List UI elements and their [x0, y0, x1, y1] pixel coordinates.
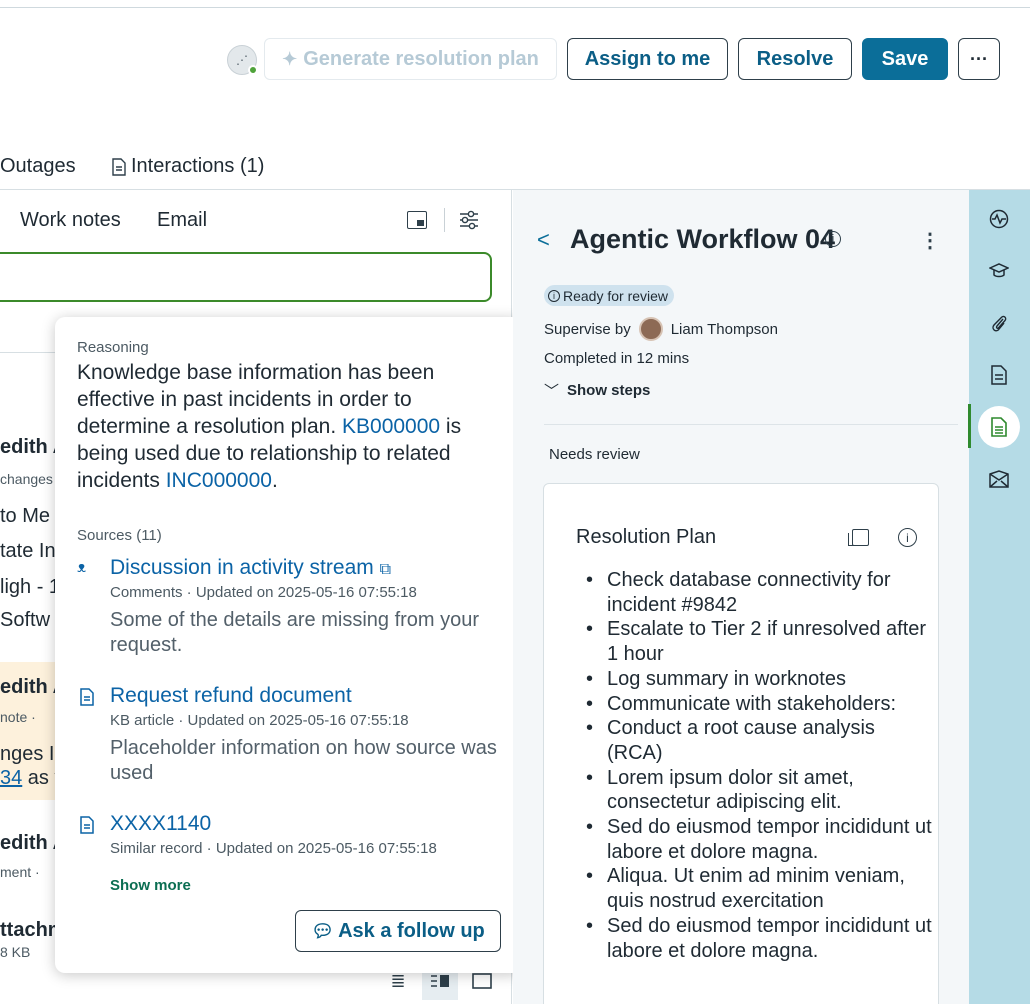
source-link[interactable]: Request refund document: [110, 684, 352, 708]
assign-to-me-button[interactable]: Assign to me: [567, 38, 728, 80]
tab-outages[interactable]: Outages: [0, 155, 76, 178]
graduation-cap-icon[interactable]: [988, 260, 1010, 282]
record-link[interactable]: 34: [0, 767, 22, 789]
plan-item: Conduct a root cause analysis (RCA): [584, 716, 934, 765]
document-icon[interactable]: [988, 364, 1010, 386]
resolve-button[interactable]: Resolve: [738, 38, 852, 80]
tab-email[interactable]: Email: [157, 209, 207, 232]
feed-field: to Me: [0, 505, 51, 527]
top-border: [0, 0, 1030, 8]
reasoning-popover: Reasoning Knowledge base information has…: [55, 317, 522, 973]
sparkle-icon: ✦: [282, 48, 298, 69]
section-divider: [544, 424, 958, 425]
feed-field: Softw: [0, 609, 51, 631]
info-icon[interactable]: i: [825, 231, 841, 247]
active-indicator: [968, 404, 971, 448]
toolbar-separator: [444, 208, 445, 232]
inbox-mail-icon[interactable]: [988, 468, 1010, 490]
plan-title: Resolution Plan: [576, 526, 717, 548]
source-meta: Similar record · Updated on 2025-05-16 0…: [110, 840, 437, 857]
source-link[interactable]: Discussion in activity stream ⧉: [110, 556, 391, 580]
chat-bubble-icon: 💬︎: [311, 920, 335, 941]
activity-pulse-icon[interactable]: [988, 208, 1010, 230]
save-button[interactable]: Save: [862, 38, 948, 80]
plan-item: Escalate to Tier 2 if unresolved after 1…: [584, 617, 934, 666]
kebab-menu-icon[interactable]: ⋮: [920, 228, 940, 253]
back-chevron-icon[interactable]: <: [537, 227, 550, 253]
ask-follow-up-button[interactable]: 💬︎ Ask a follow up: [295, 910, 501, 952]
plan-item: Check database connectivity for incident…: [584, 568, 934, 617]
feed-field: tate In: [0, 540, 56, 562]
sources-label: Sources (11): [77, 527, 162, 544]
feed-meta: changes: [0, 471, 53, 487]
source-meta: KB article · Updated on 2025-05-16 07:55…: [110, 712, 409, 729]
reasoning-text: Knowledge base information has been effe…: [77, 361, 462, 492]
plan-list: Check database connectivity for incident…: [584, 568, 934, 963]
plan-item: Aliqua. Ut enim ad minim veniam, quis no…: [584, 864, 934, 913]
generate-resolution-plan-button[interactable]: ✦ Generate resolution plan: [264, 38, 557, 80]
info-icon: i: [548, 289, 560, 302]
plan-item: Sed do eiusmod tempor incididunt ut labo…: [584, 914, 934, 963]
paperclip-icon[interactable]: [988, 312, 1010, 334]
source-item: ᴥ Discussion in activity stream ⧉ Commen…: [77, 556, 507, 656]
supervisor-line: Supervise by Liam Thompson: [544, 317, 778, 341]
reasoning-label: Reasoning: [77, 339, 149, 356]
plan-item: Communicate with stakeholders:: [584, 692, 934, 717]
ai-agent-avatar[interactable]: ⋰: [227, 45, 258, 75]
resolution-plan-card: Resolution Plan i Check database connect…: [543, 483, 939, 1004]
completed-time: Completed in 12 mins: [544, 350, 690, 367]
show-more-link[interactable]: Show more: [110, 877, 191, 894]
needs-review-label: Needs review: [549, 446, 640, 463]
incident-link[interactable]: INC000000: [166, 469, 272, 492]
document-icon: [80, 688, 94, 706]
feed-field: ligh - 1: [0, 576, 61, 598]
status-badge: i Ready for review: [544, 285, 675, 306]
feed-field: nges I: [0, 743, 55, 765]
source-item: XXXX1140 Similar record · Updated on 202…: [77, 812, 507, 862]
show-steps-toggle[interactable]: ﹀ Show steps: [544, 380, 650, 401]
plan-item: Sed do eiusmod tempor incididunt ut labo…: [584, 815, 934, 864]
work-note-input[interactable]: [0, 252, 492, 302]
external-link-icon: ⧉: [379, 561, 392, 578]
source-item: Request refund document KB article · Upd…: [77, 684, 507, 784]
attachment-size: 8 KB: [0, 944, 31, 960]
supervisor-name[interactable]: Liam Thompson: [671, 321, 778, 338]
info-icon[interactable]: i: [898, 528, 917, 547]
plan-item: Lorem ipsum dolor sit amet, consectetur …: [584, 766, 934, 815]
expand-panel-icon[interactable]: [407, 211, 427, 229]
copy-icon[interactable]: [848, 529, 869, 546]
people-group-icon: ᴥ: [77, 559, 87, 576]
document-icon: [112, 157, 126, 176]
chevron-down-icon: ﹀: [544, 383, 560, 400]
more-actions-button[interactable]: ···: [958, 38, 1000, 80]
tab-work-notes[interactable]: Work notes: [20, 209, 121, 232]
avatar: [638, 317, 663, 341]
plan-item: Log summary in worknotes: [584, 667, 934, 692]
source-meta: Comments · Updated on 2025-05-16 07:55:1…: [110, 584, 417, 601]
source-link[interactable]: XXXX1140: [110, 812, 211, 836]
kb-link[interactable]: KB000000: [342, 415, 440, 438]
feed-meta: ment ·: [0, 864, 40, 880]
resolution-document-icon[interactable]: [978, 406, 1020, 448]
online-status-dot: [248, 65, 258, 75]
source-description: Some of the details are missing from you…: [110, 609, 480, 656]
filter-settings-icon[interactable]: [458, 208, 480, 232]
workflow-title: Agentic Workflow 04: [570, 224, 836, 254]
tab-interactions[interactable]: Interactions (1): [111, 155, 264, 178]
source-description: Placeholder information on how source wa…: [110, 737, 497, 784]
feed-meta: note ·: [0, 709, 36, 725]
document-icon: [80, 816, 94, 834]
